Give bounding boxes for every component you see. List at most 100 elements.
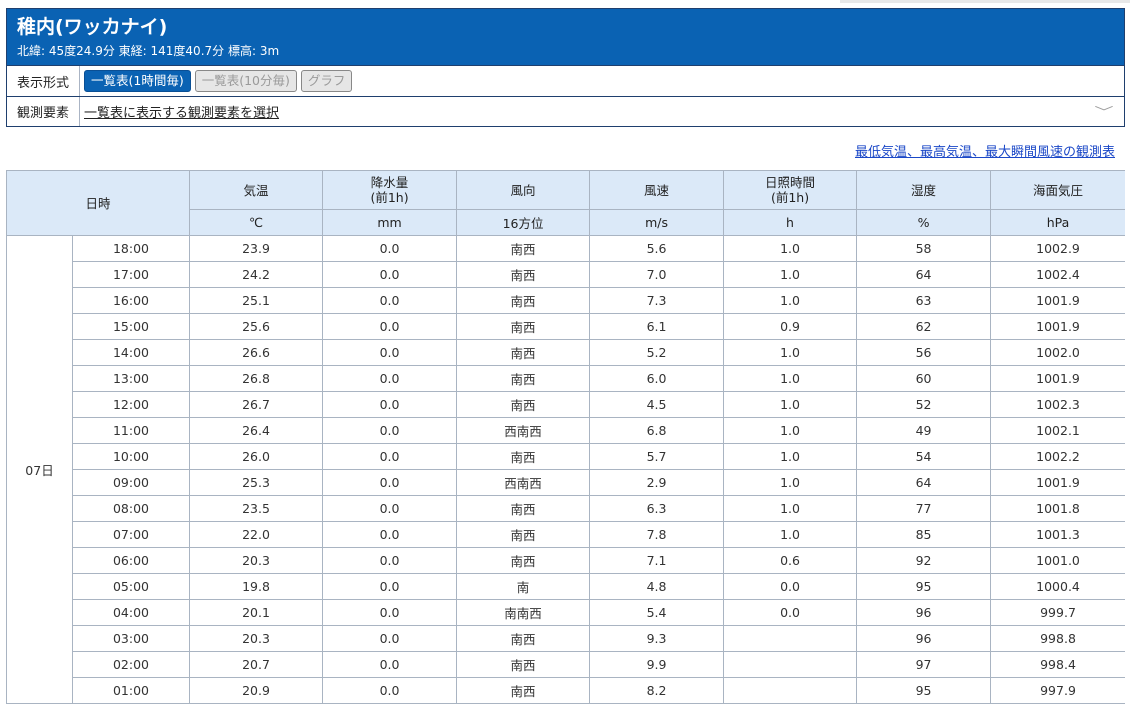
- wind-speed-cell: 4.5: [589, 391, 725, 418]
- sea-pressure-cell: 1002.2: [990, 443, 1125, 470]
- wind-direction-cell: 南西: [456, 235, 591, 262]
- station-name: 稚内(ワッカナイ): [17, 16, 168, 38]
- wind-speed-unit: m/s: [589, 209, 725, 236]
- wind-direction-cell: 南西: [456, 547, 591, 574]
- temperature-cell: 24.2: [189, 261, 324, 288]
- sea-pressure-cell: 1001.9: [990, 365, 1125, 392]
- sea-pressure-cell: 1001.9: [990, 287, 1125, 314]
- humidity-cell: 54: [856, 443, 992, 470]
- table-row: 07:00 22.0 0.0 南西 7.8 1.0 85 1001.3: [7, 521, 1125, 548]
- time-cell: 05:00: [71, 573, 191, 600]
- time-cell: 06:00: [71, 547, 191, 574]
- sea-pressure-cell: 1001.8: [990, 495, 1125, 522]
- time-cell: 03:00: [71, 625, 191, 652]
- table-row: 14:00 26.6 0.0 南西 5.2 1.0 56 1002.0: [7, 339, 1125, 366]
- table-row: 11:00 26.4 0.0 西南西 6.8 1.0 49 1002.1: [7, 417, 1125, 444]
- wind-direction-cell: 西南西: [456, 469, 591, 496]
- table-row: 15:00 25.6 0.0 南西 6.1 0.9 62 1001.9: [7, 313, 1125, 340]
- table-row: 12:00 26.7 0.0 南西 4.5 1.0 52 1002.3: [7, 391, 1125, 418]
- precipitation-cell: 0.0: [322, 391, 458, 418]
- sea-pressure-cell: 1002.9: [990, 235, 1125, 262]
- display-format-row: 表示形式 一覧表(1時間毎) 一覧表(10分毎) グラフ: [7, 65, 1124, 96]
- wind-direction-cell: 南西: [456, 625, 591, 652]
- temperature-cell: 25.6: [189, 313, 324, 340]
- wind-speed-cell: 5.7: [589, 443, 725, 470]
- wind-speed-cell: 9.3: [589, 625, 725, 652]
- table-row: 05:00 19.8 0.0 南 4.8 0.0 95 1000.4: [7, 573, 1125, 600]
- min-max-temp-wind-link[interactable]: 最低気温、最高気温、最大瞬間風速の観測表: [855, 141, 1115, 160]
- sunshine-cell: 1.0: [723, 443, 858, 470]
- wind-speed-cell: 6.0: [589, 365, 725, 392]
- humidity-cell: 92: [856, 547, 992, 574]
- station-header: 稚内(ワッカナイ) 北緯: 45度24.9分 東経: 141度40.7分 標高:…: [7, 9, 1124, 65]
- table-row: 07日 18:00 23.9 0.0 南西 5.6 1.0 58 1002.9: [6, 235, 1125, 704]
- temperature-cell: 26.0: [189, 443, 324, 470]
- sea-pressure-cell: 1002.3: [990, 391, 1125, 418]
- humidity-cell: 96: [856, 625, 992, 652]
- humidity-cell: 95: [856, 677, 992, 704]
- day-cell: 07日: [6, 235, 73, 704]
- sea-pressure-cell: 1002.0: [990, 339, 1125, 366]
- humidity-cell: 63: [856, 287, 992, 314]
- sea-pressure-cell: 999.7: [990, 599, 1125, 626]
- sea-pressure-cell: 1001.9: [990, 313, 1125, 340]
- time-cell: 13:00: [71, 365, 191, 392]
- temperature-cell: 20.3: [189, 547, 324, 574]
- table-row: 04:00 20.1 0.0 南南西 5.4 0.0 96 999.7: [7, 599, 1125, 626]
- humidity-cell: 60: [856, 365, 992, 392]
- datetime-header: 日時: [6, 170, 191, 236]
- temperature-cell: 20.1: [189, 599, 324, 626]
- observation-table-wrap: 日時 気温 降水量 (前1h) 風向 風速 日照時間 (前1h) 湿度 海面気圧 ℃ mm 16…: [6, 170, 1125, 706]
- sunshine-cell: 1.0: [723, 287, 858, 314]
- wind-direction-header: 風向: [456, 170, 591, 210]
- time-cell: 07:00: [71, 521, 191, 548]
- humidity-cell: 62: [856, 313, 992, 340]
- time-cell: 08:00: [71, 495, 191, 522]
- wind-speed-cell: 7.8: [589, 521, 725, 548]
- temperature-cell: 20.9: [189, 677, 324, 704]
- wind-direction-cell: 南西: [456, 261, 591, 288]
- wind-direction-cell: 南西: [456, 313, 591, 340]
- humidity-unit: %: [856, 209, 992, 236]
- precipitation-cell: 0.0: [322, 417, 458, 444]
- graph-button[interactable]: グラフ: [300, 70, 353, 92]
- precipitation-cell: 0.0: [322, 287, 458, 314]
- wind-speed-cell: 6.1: [589, 313, 725, 340]
- precipitation-cell: 0.0: [322, 443, 458, 470]
- humidity-cell: 64: [856, 261, 992, 288]
- humidity-header: 湿度: [856, 170, 992, 210]
- sea-pressure-cell: 1002.1: [990, 417, 1125, 444]
- sunshine-cell: 0.0: [723, 599, 858, 626]
- sunshine-cell: 1.0: [723, 495, 858, 522]
- sunshine-cell: 0.6: [723, 547, 858, 574]
- humidity-cell: 95: [856, 573, 992, 600]
- humidity-cell: 64: [856, 469, 992, 496]
- sea-pressure-cell: 1002.4: [990, 261, 1125, 288]
- temperature-cell: 22.0: [189, 521, 324, 548]
- hourly-table-button[interactable]: 一覧表(1時間毎): [84, 70, 191, 92]
- sunshine-cell: 1.0: [723, 365, 858, 392]
- ten-minute-table-button[interactable]: 一覧表(10分毎): [194, 70, 297, 92]
- sunshine-cell: 1.0: [723, 469, 858, 496]
- sunshine-cell: 1.0: [723, 339, 858, 366]
- wind-direction-cell: 南西: [456, 391, 591, 418]
- sea-pressure-cell: 998.8: [990, 625, 1125, 652]
- temperature-cell: 26.6: [189, 339, 324, 366]
- wind-speed-cell: 5.4: [589, 599, 725, 626]
- elements-select-text[interactable]: 一覧表に表示する観測要素を選択: [84, 102, 279, 121]
- wind-speed-cell: 4.8: [589, 573, 725, 600]
- sunshine-unit: h: [723, 209, 858, 236]
- precipitation-cell: 0.0: [322, 339, 458, 366]
- chevron-down-icon[interactable]: ﹀: [1094, 103, 1113, 120]
- wind-speed-cell: 9.9: [589, 651, 725, 678]
- elements-select[interactable]: 一覧表に表示する観測要素を選択 ﹀: [80, 97, 1124, 126]
- temperature-unit: ℃: [189, 209, 324, 236]
- time-cell: 14:00: [71, 339, 191, 366]
- precipitation-cell: 0.0: [322, 547, 458, 574]
- precipitation-cell: 0.0: [322, 651, 458, 678]
- wind-speed-cell: 5.2: [589, 339, 725, 366]
- display-format-buttons: 一覧表(1時間毎) 一覧表(10分毎) グラフ: [80, 66, 1124, 96]
- time-cell: 02:00: [71, 651, 191, 678]
- temperature-cell: 26.4: [189, 417, 324, 444]
- wind-direction-cell: 南西: [456, 651, 591, 678]
